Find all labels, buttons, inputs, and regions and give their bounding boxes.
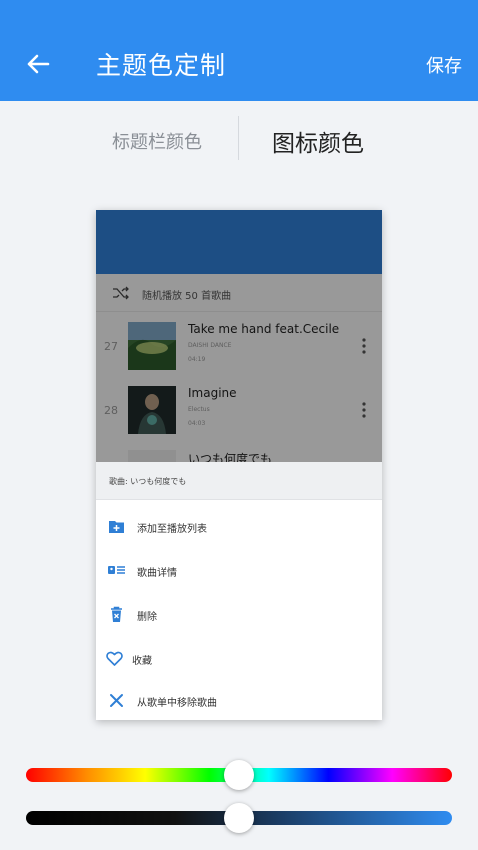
shade-slider[interactable] — [26, 803, 452, 833]
theme-preview: 随机播放 50 首歌曲 27 Take me hand feat.Cecile … — [96, 210, 382, 720]
menu-item-label: 添加至播放列表 — [137, 524, 207, 535]
dim-overlay — [96, 210, 382, 464]
color-target-tabs: 标题栏颜色 图标颜色 — [0, 110, 478, 170]
tab-divider — [238, 116, 239, 160]
menu-item-label: 从歌单中移除歌曲 — [137, 698, 217, 709]
menu-item-remove-from-playlist[interactable]: 从歌单中移除歌曲 — [96, 680, 382, 720]
back-arrow-icon[interactable] — [22, 48, 54, 80]
menu-item-label: 歌曲详情 — [137, 568, 177, 579]
menu-item-delete[interactable]: 删除 — [96, 594, 382, 634]
hue-slider[interactable] — [26, 760, 452, 790]
details-icon — [108, 566, 125, 574]
close-icon — [110, 694, 123, 707]
trash-icon — [111, 606, 122, 622]
song-options-sheet: 歌曲: いつも何度でも 添加至播放列表 歌曲详情 删除 收藏 从歌单中移除歌曲 — [96, 462, 382, 720]
menu-item-favorite[interactable]: 收藏 — [96, 638, 382, 678]
tab-title-bar-color[interactable]: 标题栏颜色 — [112, 128, 202, 154]
sheet-header-label: 歌曲: いつも何度でも — [109, 477, 187, 486]
save-button[interactable]: 保存 — [426, 52, 462, 78]
shade-slider-thumb[interactable] — [224, 803, 254, 833]
folder-add-icon — [109, 521, 124, 533]
tab-icon-color[interactable]: 图标颜色 — [272, 124, 364, 158]
menu-item-song-details[interactable]: 歌曲详情 — [96, 550, 382, 590]
page-title: 主题色定制 — [96, 51, 227, 80]
hue-slider-thumb[interactable] — [224, 760, 254, 790]
menu-item-add-to-playlist[interactable]: 添加至播放列表 — [96, 506, 382, 546]
menu-item-label: 收藏 — [132, 656, 152, 667]
heart-icon — [106, 651, 123, 666]
menu-item-label: 删除 — [137, 612, 157, 623]
app-bar: 主题色定制 保存 — [0, 0, 478, 101]
sheet-header: 歌曲: いつも何度でも — [96, 462, 382, 500]
